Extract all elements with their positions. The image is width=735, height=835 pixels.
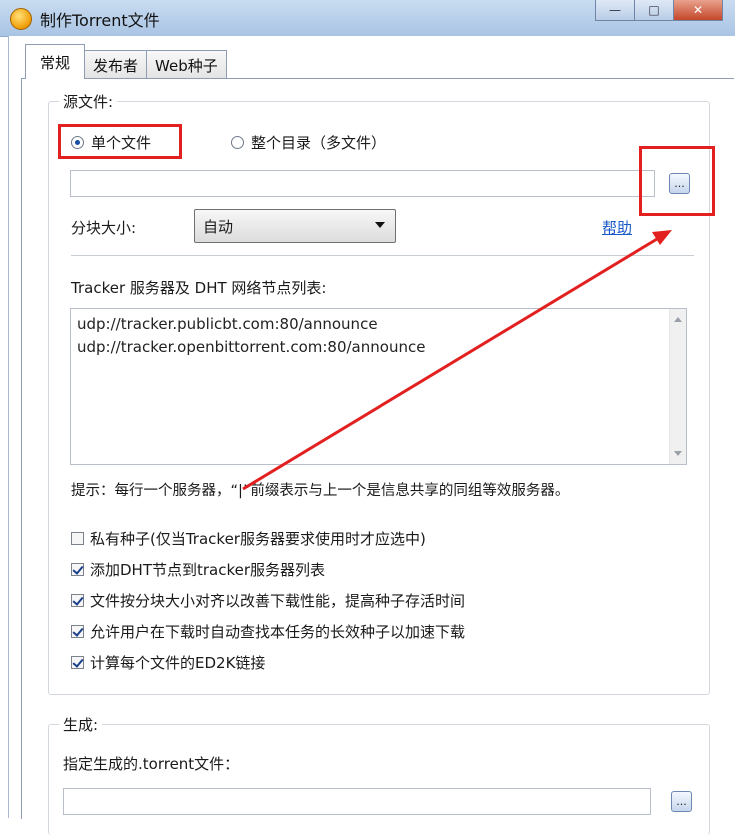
radio-directory[interactable]: 整个目录（多文件）: [231, 132, 386, 153]
source-group-label: 源文件:: [59, 91, 118, 112]
option-ed2k-links[interactable]: 计算每个文件的ED2K链接: [71, 652, 265, 673]
dialog-body: 常规 发布者 Web种子 源文件: 单个文件 整个目录（多文件） ... 分块大…: [8, 36, 735, 835]
option-label: 允许用户在下载时自动查找本任务的长效种子以加速下载: [90, 623, 466, 641]
highlight-box-browse: [639, 146, 715, 216]
tracker-scrollbar[interactable]: [669, 309, 686, 464]
tab-strip: 常规 发布者 Web种子: [25, 44, 227, 79]
piece-size-select[interactable]: 自动: [194, 209, 396, 243]
output-file-input[interactable]: [63, 788, 651, 815]
scroll-up-icon[interactable]: [674, 317, 682, 322]
option-label: 私有种子(仅当Tracker服务器要求使用时才应选中): [90, 530, 426, 548]
checkbox-checked: [71, 625, 84, 638]
close-button[interactable]: ✕: [673, 0, 723, 21]
option-private-torrent[interactable]: 私有种子(仅当Tracker服务器要求使用时才应选中): [71, 528, 426, 549]
option-add-dht[interactable]: 添加DHT节点到tracker服务器列表: [71, 559, 325, 580]
option-long-term-seeds[interactable]: 允许用户在下载时自动查找本任务的长效种子以加速下载: [71, 621, 465, 642]
output-file-label: 指定生成的.torrent文件：: [63, 755, 240, 773]
option-label: 添加DHT节点到tracker服务器列表: [90, 561, 326, 579]
divider: [71, 255, 694, 256]
option-label: 文件按分块大小对齐以改善下载性能，提高种子存活时间: [90, 592, 466, 610]
option-align-pieces[interactable]: 文件按分块大小对齐以改善下载性能，提高种子存活时间: [71, 590, 465, 611]
tab-panel-general: 源文件: 单个文件 整个目录（多文件） ... 分块大小: 自动 帮助 Trac…: [21, 78, 734, 835]
scroll-down-icon[interactable]: [674, 451, 682, 456]
checkbox-unchecked: [71, 532, 84, 545]
checkbox-checked: [71, 563, 84, 576]
help-link[interactable]: 帮助: [602, 217, 632, 238]
piece-size-label: 分块大小:: [71, 219, 137, 237]
tracker-list-textarea[interactable]: udp://tracker.publicbt.com:80/announce u…: [70, 308, 687, 465]
tracker-line: udp://tracker.publicbt.com:80/announce: [77, 315, 378, 333]
minimize-button[interactable]: —: [595, 0, 635, 21]
tab-web-seeds[interactable]: Web种子: [146, 50, 227, 79]
window-controls: — □ ✕: [595, 0, 723, 21]
radio-directory-label: 整个目录（多文件）: [251, 134, 387, 152]
title-bar: 制作Torrent文件 — □ ✕: [0, 0, 735, 37]
source-path-input[interactable]: [70, 170, 655, 197]
highlight-box-single-file: [58, 124, 182, 159]
radio-button-unchecked: [231, 136, 244, 149]
tab-general[interactable]: 常规: [25, 44, 86, 79]
maximize-button[interactable]: □: [634, 0, 674, 21]
checkbox-checked: [71, 656, 84, 669]
tracker-hint: 提示：每行一个服务器，“|”前缀表示与上一个是信息共享的同组等效服务器。: [71, 483, 570, 499]
tracker-list-label: Tracker 服务器及 DHT 网络节点列表:: [71, 279, 327, 297]
output-browse-button[interactable]: ...: [671, 791, 692, 812]
option-label: 计算每个文件的ED2K链接: [90, 654, 266, 672]
window-title: 制作Torrent文件: [40, 11, 160, 30]
output-group-label: 生成:: [59, 714, 103, 735]
tracker-line: udp://tracker.openbittorrent.com:80/anno…: [77, 338, 426, 356]
checkbox-checked: [71, 594, 84, 607]
app-icon: [10, 8, 32, 30]
piece-size-value: 自动: [203, 217, 234, 236]
output-group: 生成: 指定生成的.torrent文件： ...: [48, 714, 710, 835]
tab-publisher[interactable]: 发布者: [84, 50, 148, 79]
chevron-down-icon: [375, 222, 385, 228]
source-group: 源文件: 单个文件 整个目录（多文件） ... 分块大小: 自动 帮助 Trac…: [48, 91, 715, 695]
